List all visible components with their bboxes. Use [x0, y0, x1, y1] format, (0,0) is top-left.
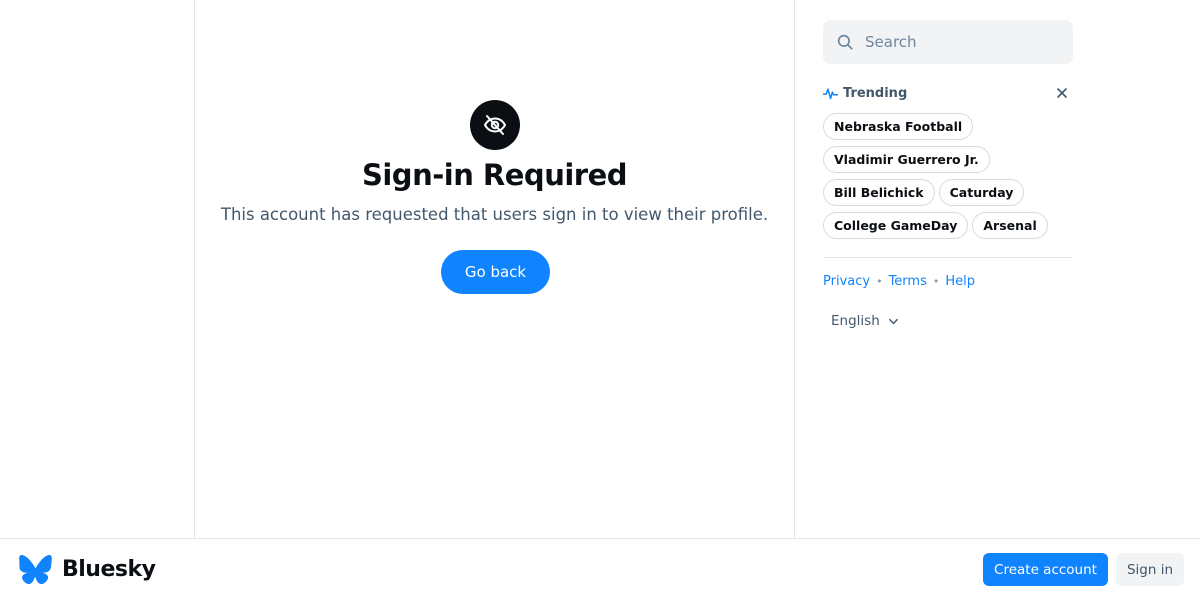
terms-link[interactable]: Terms — [889, 274, 927, 289]
footer-links: Privacy • Terms • Help — [823, 274, 975, 289]
trending-pill[interactable]: Arsenal — [972, 212, 1048, 239]
chevron-down-icon — [888, 318, 898, 324]
page-title: Sign-in Required — [361, 158, 628, 192]
search-input[interactable] — [863, 32, 1057, 52]
trending-pill[interactable]: Nebraska Football — [823, 113, 974, 140]
search-box[interactable] — [823, 20, 1073, 64]
logo-text: Bluesky — [62, 557, 156, 582]
trending-pulse-icon — [823, 87, 838, 99]
trending-pill[interactable]: Vladimir Guerrero Jr. — [823, 146, 990, 173]
sidebar-divider — [823, 257, 1073, 258]
trending-label: Trending — [843, 85, 908, 101]
language-select[interactable]: English — [831, 313, 899, 329]
page-subtitle: This account has requested that users si… — [220, 205, 769, 224]
main-column: Sign-in Required This account has reques… — [194, 0, 795, 538]
butterfly-logo-icon — [19, 555, 52, 584]
sign-in-button[interactable]: Sign in — [1116, 553, 1184, 586]
help-link[interactable]: Help — [945, 274, 975, 289]
close-icon[interactable] — [1055, 86, 1069, 100]
trending-list: Nebraska Football Vladimir Guerrero Jr. … — [823, 113, 1075, 239]
go-back-button[interactable]: Go back — [441, 250, 550, 294]
trending-pill[interactable]: Caturday — [938, 179, 1025, 206]
separator-dot: • — [932, 275, 940, 288]
trending-pill[interactable]: Bill Belichick — [823, 179, 935, 206]
trending-pill[interactable]: College GameDay — [823, 212, 969, 239]
language-label: English — [831, 313, 880, 329]
search-icon — [837, 34, 853, 50]
privacy-link[interactable]: Privacy — [823, 274, 870, 289]
bottom-bar: Bluesky Create account Sign in — [0, 538, 1200, 600]
separator-dot: • — [876, 275, 883, 288]
eye-slash-icon — [470, 100, 520, 150]
bluesky-logo[interactable]: Bluesky — [19, 555, 156, 584]
create-account-button[interactable]: Create account — [983, 553, 1108, 586]
trending-header: Trending — [823, 83, 1073, 103]
